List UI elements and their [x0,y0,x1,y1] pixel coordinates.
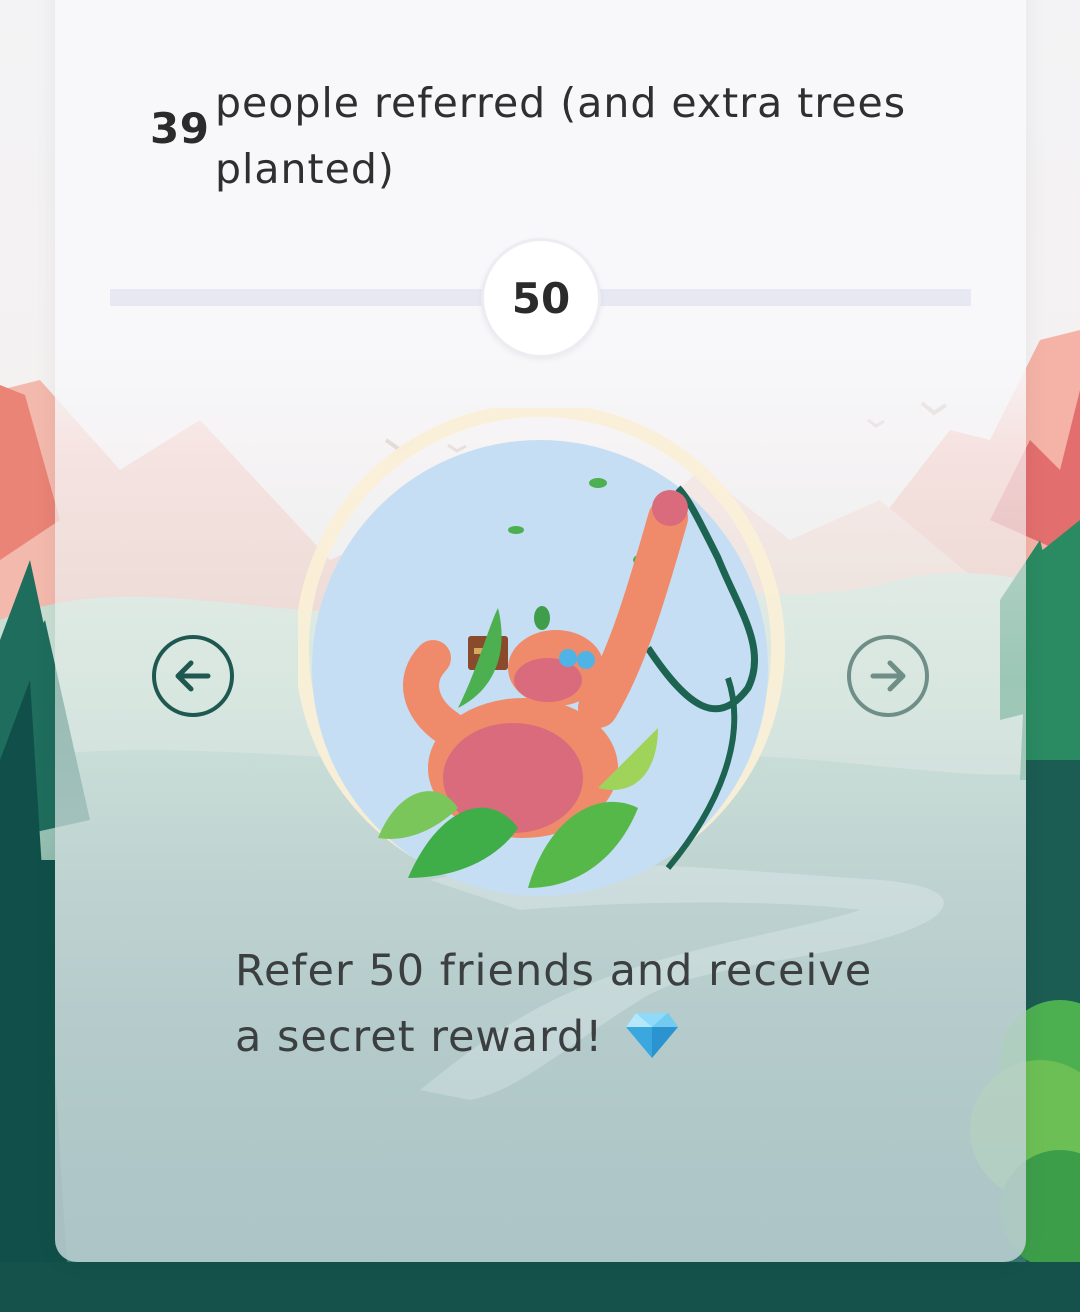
referral-count: 39 [150,104,210,153]
gem-icon [626,1012,679,1058]
reward-description: Refer 50 friends and receive a secret re… [235,938,875,1070]
next-reward-button[interactable] [847,635,929,717]
referral-count-label: people referred (and extra trees planted… [215,79,907,193]
previous-reward-button[interactable] [152,635,234,717]
arrow-right-icon [870,660,906,692]
milestone-badge[interactable]: 50 [481,238,601,358]
arrow-left-icon [175,660,211,692]
reward-text: Refer 50 friends and receive a secret re… [235,946,873,1062]
orangutan-illustration [298,408,785,896]
